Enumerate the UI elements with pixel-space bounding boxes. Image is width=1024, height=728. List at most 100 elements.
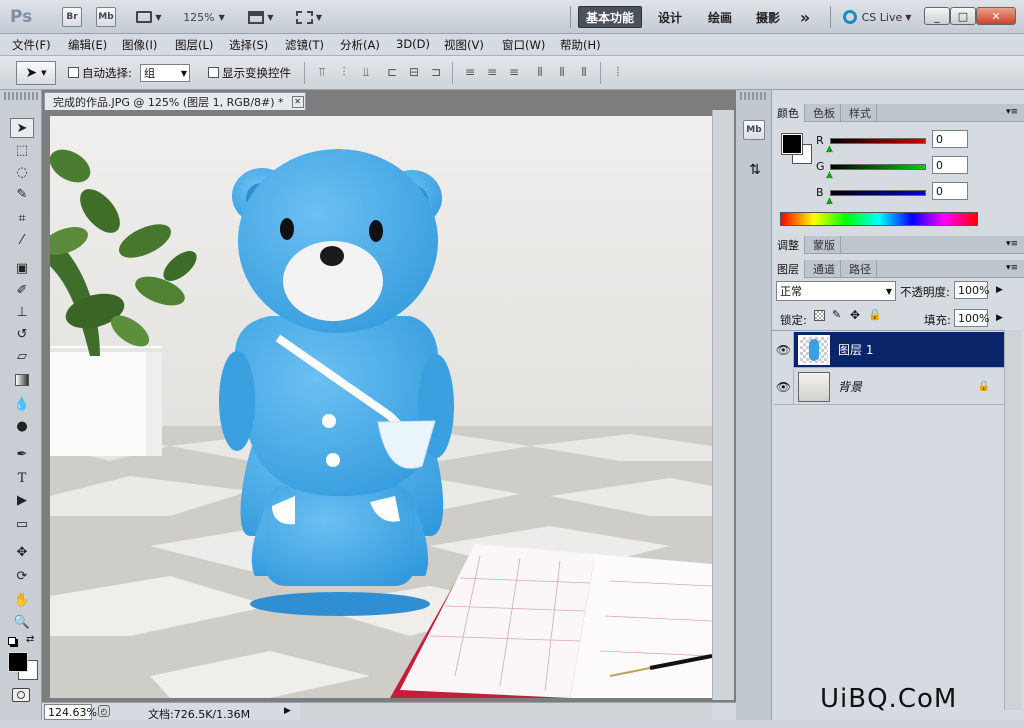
- auto-align-icon[interactable]: ⦙: [610, 65, 626, 81]
- brush-tool-icon[interactable]: ✐: [10, 280, 34, 300]
- distribute-hcenter-icon[interactable]: ⦀: [554, 65, 570, 81]
- zoom-level-dropdown[interactable]: 125% ▼: [180, 7, 228, 27]
- align-bottom-icon[interactable]: ⫫: [358, 65, 374, 81]
- layer-row-layer1[interactable]: 👁 图层 1: [774, 331, 1004, 368]
- show-transform-checkbox[interactable]: [208, 67, 219, 78]
- type-tool-icon[interactable]: T: [10, 468, 34, 488]
- workspace-essentials-button[interactable]: 基本功能: [578, 6, 642, 28]
- cs-live-button[interactable]: CS Live ▼: [840, 7, 914, 27]
- menu-file[interactable]: 文件(F): [12, 37, 51, 53]
- workspace-photography-button[interactable]: 摄影: [748, 6, 788, 28]
- align-left-icon[interactable]: ⊏: [384, 65, 400, 81]
- channel-g-field[interactable]: 0: [932, 156, 968, 174]
- lock-position-icon[interactable]: ✥: [850, 308, 860, 322]
- spot-healing-tool-icon[interactable]: ▣: [10, 258, 34, 278]
- minimize-button[interactable]: _: [924, 7, 950, 25]
- menu-image[interactable]: 图像(I): [122, 37, 157, 53]
- auto-select-dropdown[interactable]: 组 ▼: [140, 64, 190, 82]
- tab-adjustments[interactable]: 调整: [772, 236, 805, 254]
- tab-color[interactable]: 颜色: [772, 104, 805, 122]
- history-brush-tool-icon[interactable]: ↺: [10, 324, 34, 344]
- blend-mode-dropdown[interactable]: 正常 ▼: [776, 281, 896, 301]
- menu-analysis[interactable]: 分析(A): [340, 37, 380, 53]
- align-hcenter-icon[interactable]: ⊟: [406, 65, 422, 81]
- mini-bridge-panel-icon[interactable]: Mb: [743, 120, 765, 140]
- panel-menu-icon[interactable]: ▾≡: [1006, 107, 1018, 117]
- tab-swatches[interactable]: 色板: [808, 104, 841, 122]
- align-vcenter-icon[interactable]: ⫶: [336, 65, 352, 81]
- tab-layers[interactable]: 图层: [772, 260, 805, 278]
- tab-styles[interactable]: 样式: [844, 104, 877, 122]
- auto-select-checkbox[interactable]: [68, 67, 79, 78]
- distribute-vcenter-icon[interactable]: ≡: [484, 65, 500, 81]
- screen-mode-button[interactable]: ▼: [292, 7, 326, 27]
- panel-menu-icon[interactable]: ▾≡: [1006, 263, 1018, 273]
- maximize-button[interactable]: □: [950, 7, 976, 25]
- tab-channels[interactable]: 通道: [808, 260, 841, 278]
- tab-masks[interactable]: 蒙版: [808, 236, 841, 254]
- bridge-button[interactable]: Br: [62, 7, 82, 27]
- swap-colors-icon[interactable]: ⇄: [26, 634, 34, 645]
- 3d-rotate-tool-icon[interactable]: ✥: [10, 542, 34, 562]
- quick-select-tool-icon[interactable]: ✎: [10, 184, 34, 204]
- hand-tool-icon[interactable]: ✋: [10, 590, 34, 610]
- default-colors-icon[interactable]: [8, 637, 16, 645]
- history-panel-icon[interactable]: ⇅: [745, 162, 765, 182]
- slider-thumb-icon[interactable]: ▲: [826, 196, 833, 206]
- layer-visibility-toggle[interactable]: 👁: [774, 331, 794, 368]
- channel-r-slider[interactable]: [830, 138, 926, 144]
- zoom-level-field[interactable]: 124.63%: [44, 704, 97, 720]
- blur-tool-icon[interactable]: 💧: [10, 394, 34, 414]
- close-tab-icon[interactable]: ✕: [291, 95, 304, 108]
- gradient-tool-icon[interactable]: [10, 370, 34, 390]
- layers-scrollbar[interactable]: [1004, 330, 1022, 710]
- menu-edit[interactable]: 编辑(E): [68, 37, 107, 53]
- workspace-design-button[interactable]: 设计: [650, 6, 690, 28]
- document-tab[interactable]: 完成的作品.JPG @ 125% (图层 1, RGB/8#) * ✕: [44, 92, 306, 110]
- move-tool-icon[interactable]: ➤: [10, 118, 34, 138]
- path-select-tool-icon[interactable]: ▶: [10, 490, 34, 510]
- panel-strip-grip[interactable]: [740, 92, 768, 100]
- eyedropper-tool-icon[interactable]: ⁄: [10, 230, 34, 250]
- status-menu-arrow-icon[interactable]: ▶: [284, 706, 291, 716]
- clone-stamp-tool-icon[interactable]: ⊥: [10, 302, 34, 322]
- color-spectrum-ramp[interactable]: [780, 212, 978, 226]
- channel-r-field[interactable]: 0: [932, 130, 968, 148]
- lock-transparent-icon[interactable]: [814, 310, 825, 321]
- align-right-icon[interactable]: ⊐: [428, 65, 444, 81]
- fill-field[interactable]: 100%: [954, 309, 989, 327]
- panel-menu-icon[interactable]: ▾≡: [1006, 239, 1018, 249]
- align-top-icon[interactable]: ⫪: [314, 65, 330, 81]
- menu-select[interactable]: 选择(S): [229, 37, 268, 53]
- lock-all-icon[interactable]: 🔒: [868, 308, 882, 321]
- menu-window[interactable]: 窗口(W): [502, 37, 545, 53]
- horizontal-scrollbar[interactable]: [300, 703, 712, 721]
- menu-layer[interactable]: 图层(L): [175, 37, 213, 53]
- eraser-tool-icon[interactable]: ▱: [10, 346, 34, 366]
- channel-b-slider[interactable]: [830, 190, 926, 196]
- menu-help[interactable]: 帮助(H): [560, 37, 601, 53]
- menu-3d[interactable]: 3D(D): [396, 37, 430, 51]
- view-extras-button[interactable]: ▼: [132, 7, 166, 27]
- toolbox-grip[interactable]: [4, 92, 38, 100]
- mini-bridge-button[interactable]: Mb: [96, 7, 116, 27]
- distribute-top-icon[interactable]: ≡: [462, 65, 478, 81]
- document-canvas[interactable]: [50, 116, 712, 698]
- tool-preset-picker[interactable]: ➤ ▼: [16, 61, 56, 85]
- distribute-bottom-icon[interactable]: ≡: [506, 65, 522, 81]
- opacity-field[interactable]: 100%: [954, 281, 989, 299]
- slider-thumb-icon[interactable]: ▲: [826, 170, 833, 180]
- dodge-tool-icon[interactable]: ●: [10, 416, 34, 436]
- lasso-tool-icon[interactable]: ◌: [10, 162, 34, 182]
- status-info-icon[interactable]: ◴: [98, 705, 110, 717]
- zoom-tool-icon[interactable]: 🔍: [10, 612, 34, 632]
- menu-view[interactable]: 视图(V): [444, 37, 484, 53]
- pen-tool-icon[interactable]: ✒: [10, 444, 34, 464]
- distribute-right-icon[interactable]: ⦀: [576, 65, 592, 81]
- color-fg-swatch[interactable]: [781, 133, 803, 155]
- close-button[interactable]: ✕: [976, 7, 1016, 25]
- slider-thumb-icon[interactable]: ▲: [826, 144, 833, 154]
- fill-arrow-icon[interactable]: ▶: [996, 313, 1003, 323]
- 3d-orbit-tool-icon[interactable]: ⟳: [10, 566, 34, 586]
- tab-paths[interactable]: 路径: [844, 260, 877, 278]
